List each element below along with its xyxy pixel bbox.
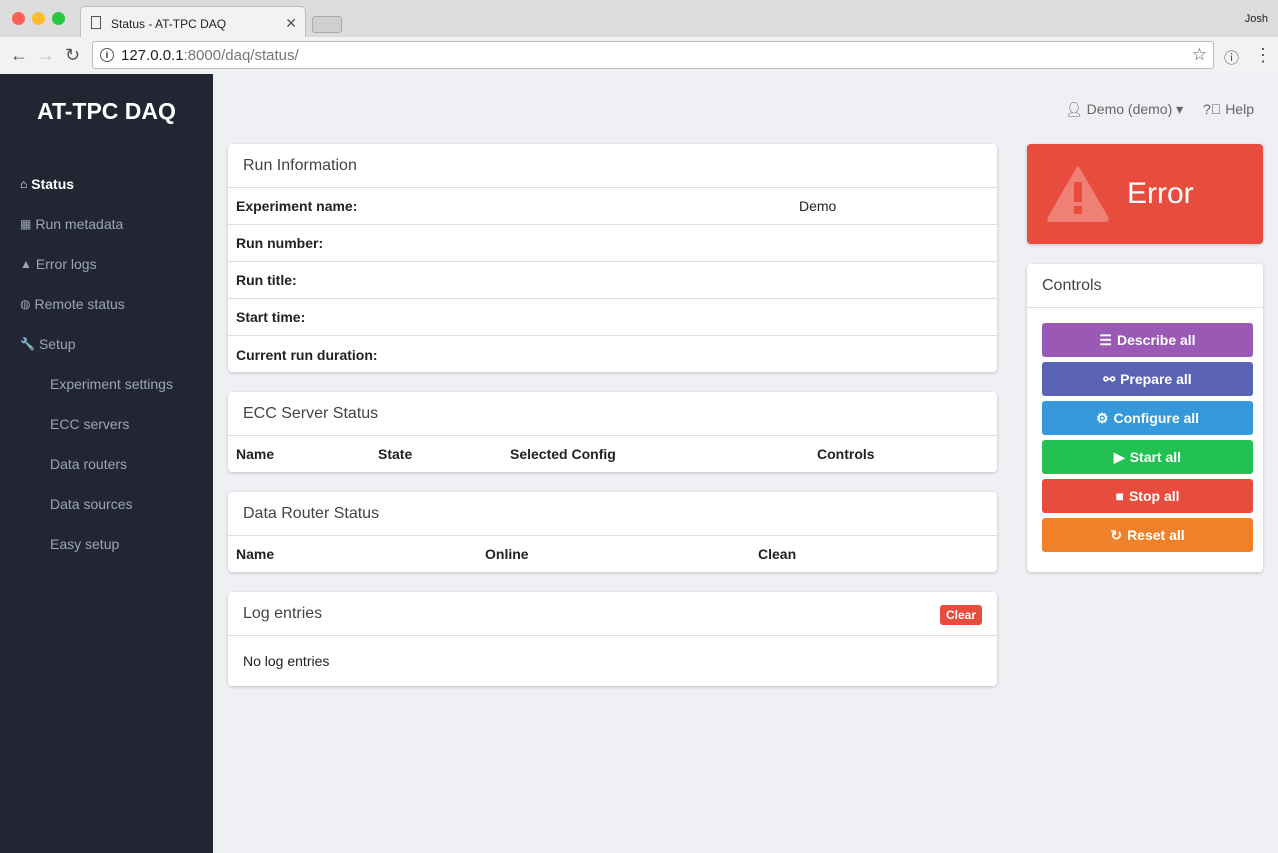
refresh-icon: ↻ <box>1110 526 1123 543</box>
stop-all-button[interactable]: ■ Stop all <box>1042 479 1253 513</box>
sidebar-subitem-easy-setup[interactable]: Easy setup <box>0 524 213 564</box>
sidebar-item-status[interactable]: ⌂ Status <box>0 164 213 204</box>
sidebar-item-run-metadata[interactable]: ▦ Run metadata <box>0 204 213 244</box>
browser-tab[interactable]: Status - AT-TPC DAQ ✕ <box>80 6 306 37</box>
button-label: Prepare all <box>1120 371 1192 387</box>
panel-title: Run Information <box>228 144 997 188</box>
sidebar: AT-TPC DAQ ⌂ Status ▦ Run metadata ▲ Error lo… <box>0 74 213 853</box>
sidebar-item-label: Status <box>31 176 75 192</box>
play-icon: ▶ <box>1113 448 1125 465</box>
prepare-all-button[interactable]: ⚯ Prepare all <box>1042 362 1253 396</box>
user-icon: 👤︎ <box>1065 101 1083 117</box>
column-header: State <box>378 446 413 462</box>
url-host: 127.0.0.1 <box>121 47 184 64</box>
info-icon[interactable]: i <box>100 48 114 62</box>
menu-icon[interactable]: ⋮ <box>1254 45 1272 66</box>
info-label: Experiment name: <box>236 198 358 214</box>
help-icon: ?⃝ <box>1203 101 1222 117</box>
info-label: Run title: <box>236 272 297 288</box>
button-label: Stop all <box>1128 488 1180 504</box>
table-icon: ▦ <box>20 217 32 231</box>
describe-all-button[interactable]: ☰ Describe all <box>1042 323 1253 357</box>
button-label: Start all <box>1129 449 1182 465</box>
column-header: Online <box>485 546 529 562</box>
sidebar-subitem-experiment-settings[interactable]: Experiment settings <box>0 364 213 404</box>
sidebar-item-label: Run metadata <box>35 216 124 232</box>
info-label: Start time: <box>236 309 306 325</box>
sidebar-subitem-data-sources[interactable]: Data sources <box>0 484 213 524</box>
forward-icon[interactable]: → <box>37 45 55 66</box>
column-header: Name <box>236 546 275 562</box>
info-label: Current run duration: <box>236 346 378 363</box>
log-entries-panel: Log entries Clear No log entries <box>228 592 997 686</box>
url-path: :8000/daq/status/ <box>183 47 299 64</box>
list-icon: ☰ <box>1099 331 1112 348</box>
tab-title: Status - AT-TPC DAQ <box>111 17 227 31</box>
column-header: Selected Config <box>510 446 616 462</box>
button-label: Reset all <box>1127 527 1185 543</box>
sidebar-item-label: Setup <box>38 336 76 352</box>
warning-icon: ▲ <box>20 257 32 271</box>
info-row: Start time: <box>228 299 997 336</box>
empty-log-message: No log entries <box>243 653 330 669</box>
sidebar-item-label: Error logs <box>35 256 97 272</box>
info-row: Current run duration: <box>228 336 997 373</box>
close-window-button[interactable] <box>12 12 25 25</box>
minimize-window-button[interactable] <box>32 12 45 25</box>
warning-icon <box>1047 166 1109 222</box>
sidebar-item-remote-status[interactable]: ◍ Remote status <box>0 284 213 324</box>
sidebar-subitem-data-routers[interactable]: Data routers <box>0 444 213 484</box>
info-row: Run title: <box>228 262 997 299</box>
panel-title: Controls <box>1027 264 1263 308</box>
button-label: Configure all <box>1113 410 1200 426</box>
home-icon: ⌂ <box>20 177 28 191</box>
clear-log-button[interactable]: Clear <box>939 605 982 625</box>
help-label: Help <box>1225 101 1254 117</box>
bookmark-star-icon[interactable]: ☆ <box>1192 45 1207 65</box>
status-label: Error <box>1127 177 1194 210</box>
back-icon[interactable]: ← <box>10 45 28 66</box>
link-icon: ⚯ <box>1103 370 1116 387</box>
user-menu[interactable]: 👤︎ Demo (demo) ▾ <box>1065 101 1183 118</box>
reload-icon[interactable]: ↻ <box>65 45 80 66</box>
panel-title: ECC Server Status <box>228 392 997 436</box>
run-information-panel: Run Information Experiment name: Demo Run … <box>228 144 997 372</box>
panel-title: Data Router Status <box>228 492 997 536</box>
info-value: Demo <box>799 198 837 214</box>
reset-all-button[interactable]: ↻ Reset all <box>1042 518 1253 552</box>
address-bar[interactable]: i 127.0.0.1:8000/daq/status/ ☆ <box>92 41 1214 69</box>
column-header: Clean <box>758 546 797 562</box>
column-header: Name <box>236 446 275 462</box>
start-all-button[interactable]: ▶ Start all <box>1042 440 1253 474</box>
sidebar-item-label: Remote status <box>34 296 125 312</box>
extension-icon[interactable]: ⓘ <box>1224 47 1239 68</box>
sidebar-item-setup[interactable]: 🔧 Setup <box>0 324 213 364</box>
wrench-icon: 🔧 <box>20 337 35 351</box>
sidebar-item-error-logs[interactable]: ▲ Error logs <box>0 244 213 284</box>
column-header: Controls <box>817 446 875 462</box>
status-error-banner: Error <box>1027 144 1263 244</box>
button-label: Describe all <box>1116 332 1196 348</box>
ecc-server-status-panel: ECC Server Status Name State Selected Co… <box>228 392 997 472</box>
close-tab-icon[interactable]: ✕ <box>285 15 297 32</box>
gear-icon: ⚙ <box>1095 409 1109 426</box>
info-row: Run number: <box>228 225 997 262</box>
brand-logo[interactable]: AT-TPC DAQ <box>0 98 213 164</box>
controls-panel: Controls ☰ Describe all ⚯ Prepare all ⚙ Confi… <box>1027 264 1263 572</box>
configure-all-button[interactable]: ⚙ Configure all <box>1042 401 1253 435</box>
sidebar-subitem-ecc-servers[interactable]: ECC servers <box>0 404 213 444</box>
browser-chrome: Status - AT-TPC DAQ ✕ Josh ← → ↻ i 127.0.0… <box>0 0 1278 74</box>
maximize-window-button[interactable] <box>52 12 65 25</box>
info-label: Run number: <box>236 235 324 251</box>
stop-icon: ■ <box>1115 488 1124 504</box>
new-tab-button[interactable] <box>312 16 342 33</box>
user-menu-label: Demo (demo) <box>1086 101 1173 117</box>
profile-name[interactable]: Josh <box>1245 13 1268 25</box>
help-link[interactable]: ?⃝ Help <box>1203 101 1254 117</box>
data-router-status-panel: Data Router Status Name Online Clean <box>228 492 997 572</box>
info-row: Experiment name: Demo <box>228 188 997 225</box>
document-icon <box>91 16 101 29</box>
dashboard-icon: ◍ <box>20 297 31 311</box>
panel-title: Log entries <box>243 605 323 622</box>
